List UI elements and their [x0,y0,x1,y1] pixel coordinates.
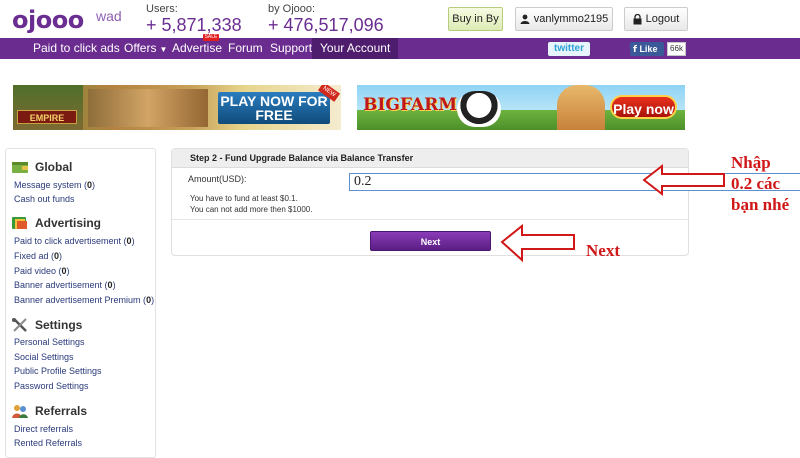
sidebar-item-public-profile-settings[interactable]: Public Profile Settings [14,366,102,376]
fund-transfer-panel: Step 2 - Fund Upgrade Balance via Balanc… [171,148,800,256]
sidebar-referrals-title: Referrals [35,404,88,418]
sidebar-section-settings: Settings [11,317,82,333]
sidebar-item-label-end: ) [92,180,96,190]
tools-icon [12,318,27,332]
annotation-line1: Nhập [731,153,771,172]
sidebar-item-social-settings[interactable]: Social Settings [14,352,74,362]
user-icon [520,14,530,24]
sidebar-item-personal-settings[interactable]: Personal Settings [14,337,85,347]
sidebar-item-banner-ad-premium[interactable]: Banner advertisement Premium (0) [14,295,154,305]
sidebar-section-referrals: Referrals [11,403,87,419]
sidebar-item-rented-referrals[interactable]: Rented Referrals [14,438,82,448]
sidebar-item-paid-video[interactable]: Paid video (0) [14,266,70,276]
sidebar-item-label: Paid to click advertisement ( [14,236,127,246]
amount-label: Amount(USD): [188,174,247,184]
annotation-line3: bạn nhé [731,195,790,214]
game-scene-art [88,89,208,127]
users-count: + 5,871,338 [146,15,242,35]
ojooo-paid-label: by Ojooo: [268,3,316,15]
sidebar-item-label: Fixed ad ( [14,251,55,261]
sidebar-section-global: Global [11,159,72,175]
buy-in-by-label: Buy in By [452,13,499,25]
facebook-like-count: 66k [667,42,686,56]
wallet-icon [12,162,28,173]
account-sidebar: Global Message system (0) Cash out funds… [5,148,156,458]
play-now-for-free-button[interactable]: PLAY NOW FOR FREE [218,92,330,124]
nav-support[interactable]: Support [270,38,312,59]
arrow-to-input-icon [642,163,725,197]
sidebar-item-label-end: ) [112,280,116,290]
sidebar-item-fixed-ad[interactable]: Fixed ad (0) [14,251,62,261]
nav-advertise[interactable]: Advertise [172,38,222,59]
user-account-button[interactable]: vanlymmo2195 [515,7,613,31]
facebook-like-button[interactable]: f Like [630,42,664,56]
annotation-next: Next [586,241,620,260]
chevron-down-icon: ▼ [159,45,168,54]
empire-logo: EMPIRE [17,110,77,124]
sidebar-item-label-end: ) [66,266,70,276]
nav-forum[interactable]: Forum [228,38,263,59]
ojooo-paid-amount: + 476,517,096 [268,15,384,35]
sidebar-settings-title: Settings [35,318,83,332]
maximum-note: You can not add more then $1000. [190,205,313,214]
buy-in-by-button[interactable]: Buy in By [448,7,503,31]
site-logo[interactable]: ojooo [12,6,84,34]
facebook-icon: f [633,45,637,55]
logout-label: Logout [645,13,680,25]
facebook-like-label: Like [639,44,658,54]
sidebar-item-paid-to-click-ad[interactable]: Paid to click advertisement (0) [14,236,135,246]
logout-button[interactable]: Logout [624,7,688,31]
users-label: Users: [146,3,178,15]
sidebar-item-direct-referrals[interactable]: Direct referrals [14,424,73,434]
sidebar-advertising-title: Advertising [35,216,102,230]
sidebar-item-message-system[interactable]: Message system (0) [14,180,95,190]
minimum-note: You have to fund at least $0.1. [190,194,298,203]
twitter-button[interactable]: twitter [548,42,590,56]
arrow-to-next-icon [500,223,575,263]
advertising-icon [12,217,27,229]
next-button[interactable]: Next [370,231,491,251]
cow-art [457,91,501,127]
sidebar-item-label-end: ) [151,295,155,305]
sidebar-item-label: Message system ( [14,180,88,190]
sidebar-item-label: Banner advertisement ( [14,280,108,290]
site-logo-sub: wad [96,8,122,24]
farmer-girl-art [557,85,605,130]
sidebar-item-label-end: ) [59,251,63,261]
nav-your-account[interactable]: Your Account [312,38,399,59]
sidebar-item-cash-out[interactable]: Cash out funds [14,194,75,204]
annotation-line2: 0.2 các [731,174,781,193]
nav-offers[interactable]: Offers ▼ [124,38,167,59]
sidebar-item-password-settings[interactable]: Password Settings [14,381,89,391]
lock-icon [633,13,642,24]
bigfarm-logo: BIGFARM [363,95,458,115]
username-label: vanlymmo2195 [533,13,609,25]
panel-divider [172,219,688,220]
nav-paid-to-click[interactable]: Paid to click ads [33,38,120,59]
empire-banner-ad[interactable]: EMPIRE PLAY NOW FOR FREE NEW [13,85,341,130]
nav-offers-label: Offers [124,41,157,55]
sidebar-section-advertising: Advertising [11,215,101,231]
play-now-button[interactable]: Play now [610,95,677,119]
sidebar-item-label-end: ) [131,236,135,246]
sidebar-item-label: Banner advertisement Premium ( [14,295,147,305]
sidebar-item-banner-ad[interactable]: Banner advertisement (0) [14,280,116,290]
sidebar-global-title: Global [35,160,73,174]
sidebar-item-label: Paid video ( [14,266,62,276]
top-header: ojooo wad Users: + 5,871,338 by Ojooo: +… [0,0,800,38]
bigfarm-banner-ad[interactable]: BIGFARM Play now [357,85,685,130]
referrals-icon [12,405,28,418]
sale-badge: SALE [203,34,219,41]
panel-title: Step 2 - Fund Upgrade Balance via Balanc… [172,149,688,168]
